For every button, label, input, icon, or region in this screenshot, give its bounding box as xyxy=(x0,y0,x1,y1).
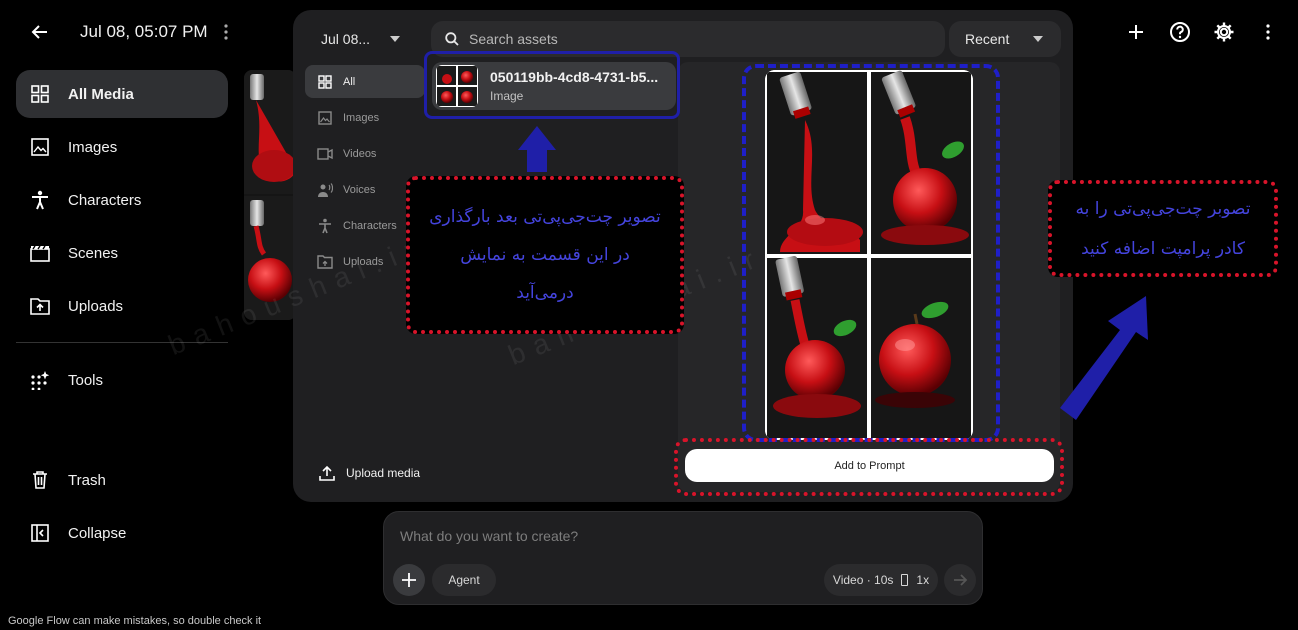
settings-button[interactable] xyxy=(1208,16,1240,48)
video-icon xyxy=(317,146,333,162)
sidebar-item-label: Images xyxy=(68,138,118,156)
annotation-line: درمی‌آید xyxy=(516,283,574,303)
date-filter-value: Jul 08... xyxy=(321,31,371,47)
collapse-panel-icon xyxy=(30,523,50,543)
sidebar-item-label: Trash xyxy=(68,471,106,489)
output-count-label: 1x xyxy=(916,573,930,587)
sidebar-item-characters[interactable]: Characters xyxy=(16,176,228,224)
grid-icon xyxy=(30,84,50,104)
annotation-arrow-diagonal xyxy=(1060,296,1148,420)
aspect-ratio-icon xyxy=(901,574,909,586)
filter-label: Images xyxy=(343,111,380,124)
filter-label: Videos xyxy=(343,147,377,160)
clapper-icon xyxy=(30,243,50,263)
disclaimer-text: Google Flow can make mistakes, so double… xyxy=(8,615,262,627)
gear-icon xyxy=(1214,22,1234,42)
filter-videos[interactable]: Videos xyxy=(305,137,425,170)
add-button[interactable] xyxy=(1120,16,1152,48)
plus-icon xyxy=(1129,25,1143,39)
sidebar-item-all-media[interactable]: All Media xyxy=(16,70,228,118)
more-vertical-icon xyxy=(224,24,228,40)
image-icon xyxy=(30,137,50,157)
search-icon xyxy=(445,32,459,46)
more-vertical-icon xyxy=(1266,24,1270,40)
sidebar-item-trash[interactable]: Trash xyxy=(16,456,228,504)
filter-label: Characters xyxy=(343,219,397,232)
sparkles-grid-icon xyxy=(30,370,50,390)
back-button[interactable] xyxy=(24,16,56,48)
filter-label: All xyxy=(343,75,356,88)
annotation-highlight-preview xyxy=(742,64,1000,442)
person-icon xyxy=(317,218,333,234)
upload-media-label: Upload media xyxy=(346,466,421,480)
annotation-line: در این قسمت به نمایش xyxy=(460,245,630,265)
help-circle-icon xyxy=(1170,22,1190,42)
sidebar-item-collapse[interactable]: Collapse xyxy=(16,509,228,557)
caret-down-icon xyxy=(1033,36,1044,42)
sidebar-item-label: Collapse xyxy=(68,524,127,542)
sort-value: Recent xyxy=(965,31,1010,47)
date-filter-dropdown[interactable]: Jul 08... xyxy=(305,24,415,54)
annotation-note-left: تصویر چت‌جی‌پی‌تی بعد بارگذاری در این قس… xyxy=(406,176,684,334)
person-icon xyxy=(30,190,50,210)
sidebar: All Media Images Characters Scenes Uploa… xyxy=(16,70,228,335)
voice-icon xyxy=(317,182,333,198)
annotation-note-right: تصوبر چت‌جی‌پی‌تی را به کادر پرامپت اضاف… xyxy=(1048,180,1278,277)
send-button[interactable] xyxy=(944,564,976,596)
generation-settings-button[interactable]: Video · 10s 1x xyxy=(824,564,938,596)
image-icon xyxy=(317,110,333,126)
page-title: Jul 08, 05:07 PM xyxy=(80,22,208,41)
overflow-menu-button[interactable] xyxy=(1252,16,1284,48)
upload-icon xyxy=(318,464,336,482)
annotation-line: تصوبر چت‌جی‌پی‌تی را به xyxy=(1075,198,1251,219)
sidebar-item-label: Characters xyxy=(68,191,142,209)
prompt-composer: Agent Video · 10s 1x xyxy=(383,511,983,605)
caret-down-icon xyxy=(390,36,401,42)
sidebar-item-label: Scenes xyxy=(68,244,119,262)
attach-button[interactable] xyxy=(393,564,425,596)
sort-dropdown[interactable]: Recent xyxy=(949,21,1061,57)
sidebar-item-tools[interactable]: Tools xyxy=(16,356,228,404)
plus-icon xyxy=(402,573,416,587)
annotation-highlight-asset xyxy=(424,51,680,119)
sidebar-item-scenes[interactable]: Scenes xyxy=(16,229,228,277)
project-menu-button[interactable] xyxy=(216,18,236,46)
trash-icon xyxy=(30,470,50,490)
annotation-line: کادر پرامپت اضافه کنید xyxy=(1081,238,1245,259)
prompt-input[interactable] xyxy=(400,528,960,552)
help-button[interactable] xyxy=(1164,16,1196,48)
sidebar-item-label: Uploads xyxy=(68,297,124,315)
filter-images[interactable]: Images xyxy=(305,101,425,134)
filter-label: Voices xyxy=(343,183,376,196)
upload-folder-icon xyxy=(30,296,50,316)
sidebar-item-images[interactable]: Images xyxy=(16,123,228,171)
arrow-right-icon xyxy=(954,574,968,586)
video-settings-label: Video · 10s xyxy=(832,573,894,587)
search-input[interactable] xyxy=(469,31,909,47)
grid-icon xyxy=(317,74,333,90)
sidebar-item-label: Tools xyxy=(68,371,104,389)
arrow-left-icon xyxy=(31,25,47,39)
annotation-line: تصویر چت‌جی‌پی‌تی بعد بارگذاری xyxy=(429,207,661,227)
sidebar-item-label: All Media xyxy=(68,85,134,103)
agent-button[interactable]: Agent xyxy=(432,564,496,596)
annotation-highlight-add-button xyxy=(674,438,1064,496)
upload-media-button[interactable]: Upload media xyxy=(318,464,420,482)
filter-all[interactable]: All xyxy=(305,65,425,98)
